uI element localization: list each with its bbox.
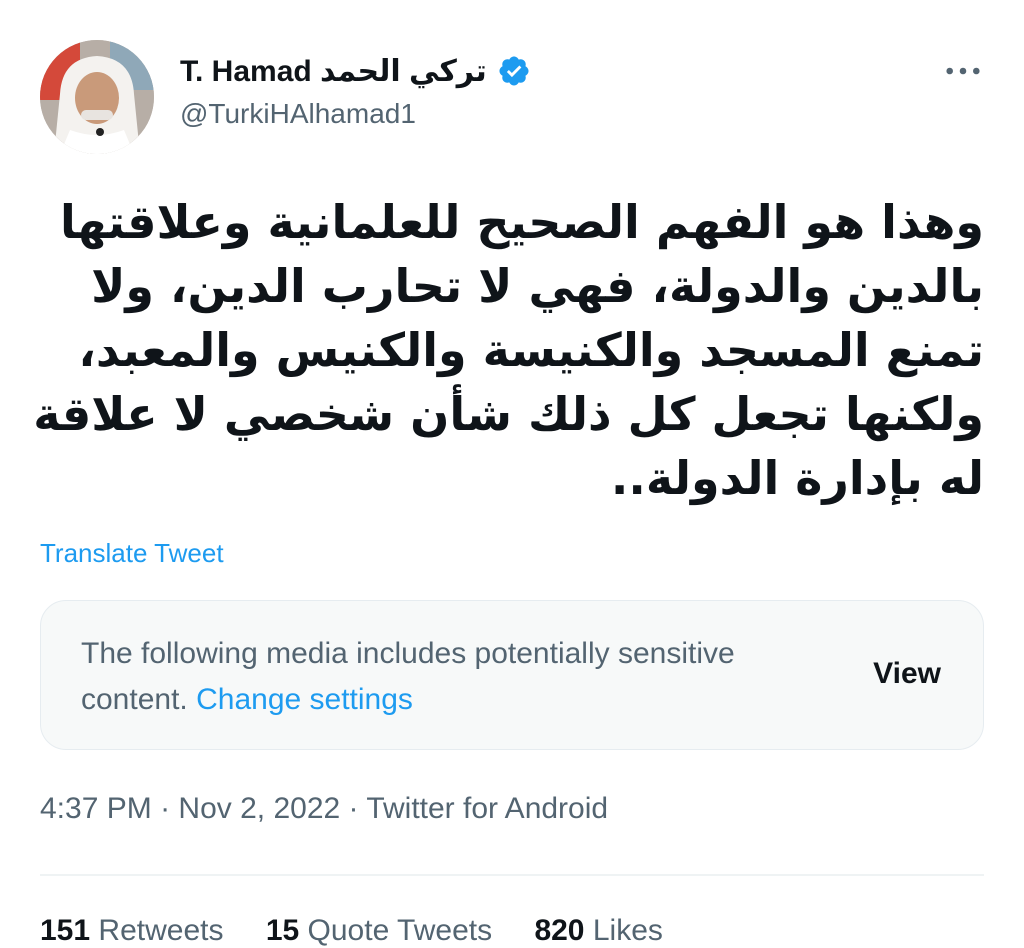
author-display-name[interactable]: T. Hamad تركي الحمد	[180, 54, 487, 89]
tweet-text-line: تمنع المسجد والكنيسة والكنيس والمعبد،	[78, 323, 984, 377]
tweet-text-line: ولكنها تجعل كل ذلك شأن شخصي لا علاقة	[33, 387, 984, 441]
view-media-button[interactable]: View	[873, 657, 941, 691]
tweet-stats: 151 Retweets 15 Quote Tweets 820 Likes	[40, 914, 697, 948]
verified-badge-icon	[497, 54, 531, 88]
more-horizontal-icon	[946, 67, 980, 75]
tweet-time[interactable]: 4:37 PM	[40, 792, 152, 825]
retweets-count: 151	[40, 914, 91, 947]
likes-stat[interactable]: 820 Likes	[534, 914, 696, 947]
divider	[40, 874, 984, 876]
retweets-stat[interactable]: 151 Retweets	[40, 914, 257, 947]
tweet-text-line: بالدين والدولة، فهي لا تحارب الدين، ولا	[91, 259, 984, 313]
tweet-source[interactable]: Twitter for Android	[366, 792, 608, 825]
tweet-text-line: له بإدارة الدولة..	[610, 451, 984, 505]
retweets-label: Retweets	[98, 914, 224, 947]
likes-label: Likes	[592, 914, 663, 947]
tweet-meta: 4:37 PM · Nov 2, 2022 · Twitter for Andr…	[40, 792, 608, 826]
likes-count: 820	[534, 914, 585, 947]
sensitive-media-card: The following media includes potentially…	[40, 600, 984, 750]
author-handle[interactable]: @TurkiHAlhamad1	[180, 98, 416, 130]
avatar[interactable]	[40, 40, 154, 154]
tweet-text: وهذا هو الفهم الصحيح للعلمانية وعلاقتها …	[33, 190, 984, 510]
meta-separator: ·	[340, 792, 367, 825]
meta-separator: ·	[151, 792, 179, 825]
quote-tweets-count: 15	[265, 914, 300, 947]
more-options-button[interactable]	[940, 54, 986, 88]
translate-tweet-link[interactable]: Translate Tweet	[40, 538, 224, 569]
sensitive-media-notice: The following media includes potentially…	[81, 631, 741, 723]
tweet-text-line: وهذا هو الفهم الصحيح للعلمانية وعلاقتها	[60, 195, 984, 249]
author-name-row[interactable]: T. Hamad تركي الحمد	[180, 50, 531, 92]
quote-tweets-label: Quote Tweets	[307, 914, 493, 947]
change-settings-link[interactable]: Change settings	[196, 683, 413, 716]
tweet-date[interactable]: Nov 2, 2022	[178, 792, 340, 825]
profile-photo-icon	[40, 40, 154, 154]
quote-tweets-stat[interactable]: 15 Quote Tweets	[266, 914, 526, 947]
